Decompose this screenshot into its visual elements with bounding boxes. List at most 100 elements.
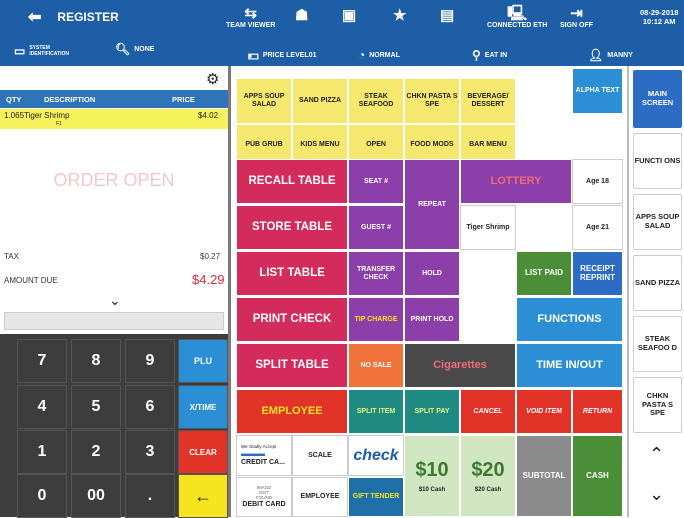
team-viewer-button[interactable]: ⇆ TEAM VIEWER: [226, 5, 275, 30]
age-21-button[interactable]: Age 21: [572, 205, 623, 250]
favorite-button[interactable]: ★: [393, 8, 406, 24]
star-icon: ★: [393, 7, 407, 24]
key-0[interactable]: 0: [17, 474, 67, 518]
alpha-text-button[interactable]: ALPHA TEXT: [572, 68, 623, 114]
team-viewer-icon: ⇆: [244, 5, 257, 22]
gift-tender-button[interactable]: GIFT TENDER: [348, 477, 404, 517]
transfer-check-button[interactable]: TRANSFER CHECK: [348, 251, 404, 296]
tip-charge-button[interactable]: TIP CHARGE: [348, 297, 404, 342]
split-table-button[interactable]: SPLIT TABLE: [236, 343, 348, 388]
guest-number-button[interactable]: GUEST #: [348, 205, 404, 250]
twenty-cash-button[interactable]: $20 $20 Cash: [460, 435, 516, 517]
apps-soup-salad-button[interactable]: APPS SOUP SALAD: [236, 78, 292, 124]
enter-button[interactable]: ←: [178, 474, 228, 518]
key-7[interactable]: 7: [17, 339, 67, 383]
hold-button[interactable]: HOLD: [404, 251, 460, 296]
print-hold-button[interactable]: PRINT HOLD: [404, 297, 460, 342]
arrow-left-icon: ⬅: [28, 9, 42, 26]
date-time: 08-29-2018 10:12 AM: [640, 8, 679, 26]
ten-cash-button[interactable]: $10 $10 Cash: [404, 435, 460, 517]
lottery-button[interactable]: LOTTERY: [460, 159, 572, 204]
clear-button[interactable]: CLEAR: [178, 430, 228, 474]
gear-icon[interactable]: ⚙: [206, 70, 219, 88]
key-00[interactable]: 00: [71, 474, 121, 518]
sand-pizza-side-button[interactable]: SAND PIZZA: [633, 255, 682, 311]
key-8[interactable]: 8: [71, 339, 121, 383]
tiger-shrimp-button[interactable]: Tiger Shrimp: [460, 205, 516, 250]
subtotal-button[interactable]: SUBTOTAL: [516, 435, 572, 517]
apps-soup-salad-side-button[interactable]: APPS SOUP SALAD: [633, 194, 682, 250]
printer-button[interactable]: ▣: [342, 8, 356, 24]
employee-tender-button[interactable]: EMPLOYEE: [292, 477, 348, 517]
split-pay-button[interactable]: SPLIT PAY: [404, 389, 460, 434]
exit-icon: ⇥: [570, 5, 583, 22]
order-scrollbar[interactable]: [4, 312, 224, 330]
main-screen-button[interactable]: MAIN SCREEN: [633, 70, 682, 128]
check-tender-button[interactable]: check: [348, 435, 404, 476]
scale-button[interactable]: SCALE: [292, 435, 348, 476]
steak-seafood-button[interactable]: STEAK SEAFOOD: [348, 78, 404, 124]
key-9[interactable]: 9: [125, 339, 175, 383]
key-2[interactable]: 2: [71, 430, 121, 474]
user-button[interactable]: 👤︎ MANNY: [588, 48, 633, 62]
search-button[interactable]: 🔍︎ NONE: [115, 42, 154, 56]
seat-number-button[interactable]: SEAT #: [348, 159, 404, 204]
system-identification-button[interactable]: ▭ SYSTEM IDENTIFICATION: [14, 44, 75, 58]
chkn-pasta-side-button[interactable]: CHKN PASTA S SPE: [633, 377, 682, 433]
credit-card-button[interactable]: We Gladly Accept ▬▬▬ CREDIT CA...: [236, 435, 292, 476]
scanner-icon: ▤: [440, 7, 455, 24]
key-6[interactable]: 6: [125, 385, 175, 429]
sand-pizza-button[interactable]: SAND PIZZA: [292, 78, 348, 124]
key-1[interactable]: 1: [17, 430, 67, 474]
return-button[interactable]: RETURN: [572, 389, 623, 434]
network-icon: 🖳︎: [507, 5, 528, 22]
functions-button[interactable]: FUNCTIONS: [516, 297, 623, 342]
printer-icon: ▣: [342, 7, 357, 24]
recall-table-button[interactable]: RECALL TABLE: [236, 159, 348, 204]
beverage-dessert-button[interactable]: BEVERAGE/ DESSERT: [460, 78, 516, 124]
cancel-button[interactable]: CANCEL: [460, 389, 516, 434]
key-3[interactable]: 3: [125, 430, 175, 474]
chevron-down-icon[interactable]: ⌄: [109, 292, 121, 309]
eat-in-button[interactable]: ⚲ EAT IN: [472, 48, 507, 62]
monitor-icon: ▭: [14, 44, 26, 58]
no-sale-button[interactable]: NO SALE: [348, 343, 404, 388]
order-header: QTY DESCRIPTION PRICE: [0, 90, 228, 108]
key-decimal[interactable]: .: [125, 474, 175, 518]
steak-seafood-side-button[interactable]: STEAK SEAFOO D: [633, 316, 682, 372]
list-table-button[interactable]: LIST TABLE: [236, 251, 348, 296]
split-item-button[interactable]: SPLIT ITEM: [348, 389, 404, 434]
tax-label: TAX: [4, 252, 19, 261]
debit-card-button[interactable]: IMAGE NOT FOUND DEBIT CARD: [236, 477, 292, 517]
price-level-button[interactable]: 💵︎ PRICE LEVEL01: [248, 48, 317, 63]
employee-button[interactable]: EMPLOYEE: [236, 389, 348, 434]
repeat-button[interactable]: REPEAT: [404, 159, 460, 250]
time-in-out-button[interactable]: TIME IN/OUT: [516, 343, 623, 388]
mode-button[interactable]: ◔ NORMAL: [358, 48, 400, 62]
chevron-up-icon[interactable]: ⌃: [649, 444, 664, 465]
key-4[interactable]: 4: [17, 385, 67, 429]
money-icon: 💵︎: [248, 48, 259, 62]
sign-off-button[interactable]: ⇥ SIGN OFF: [560, 5, 593, 30]
age-18-button[interactable]: Age 18: [572, 159, 623, 204]
plu-button[interactable]: PLU: [178, 339, 228, 383]
list-paid-button[interactable]: LIST PAID: [516, 251, 572, 296]
void-item-button[interactable]: VOID ITEM: [516, 389, 572, 434]
print-check-button[interactable]: PRINT CHECK: [236, 297, 348, 342]
order-line[interactable]: 1.065 Tiger Shrimp $4.02 F1: [0, 109, 228, 129]
key-5[interactable]: 5: [71, 385, 121, 429]
amount-due-label: AMOUNT DUE: [4, 276, 58, 285]
order-status: ORDER OPEN: [53, 170, 175, 190]
chevron-down-icon[interactable]: ⌄: [649, 484, 664, 505]
cigarettes-button[interactable]: Cigarettes: [404, 343, 516, 388]
receipt-reprint-button[interactable]: RECEIPT REPRINT: [572, 251, 623, 296]
search-icon: 🔍︎: [115, 42, 131, 56]
store-table-button[interactable]: STORE TABLE: [236, 205, 348, 250]
functions-side-button[interactable]: FUNCTI ONS: [633, 133, 682, 189]
scanner-button[interactable]: ▤: [440, 8, 454, 24]
cash-button[interactable]: CASH: [572, 435, 623, 517]
chkn-pasta-button[interactable]: CHKN PASTA S SPE: [404, 78, 460, 124]
register-title[interactable]: ⬅ REGISTER: [28, 7, 119, 27]
x-time-button[interactable]: X/TIME: [178, 385, 228, 429]
hands-icon-button[interactable]: ☗: [295, 8, 308, 24]
